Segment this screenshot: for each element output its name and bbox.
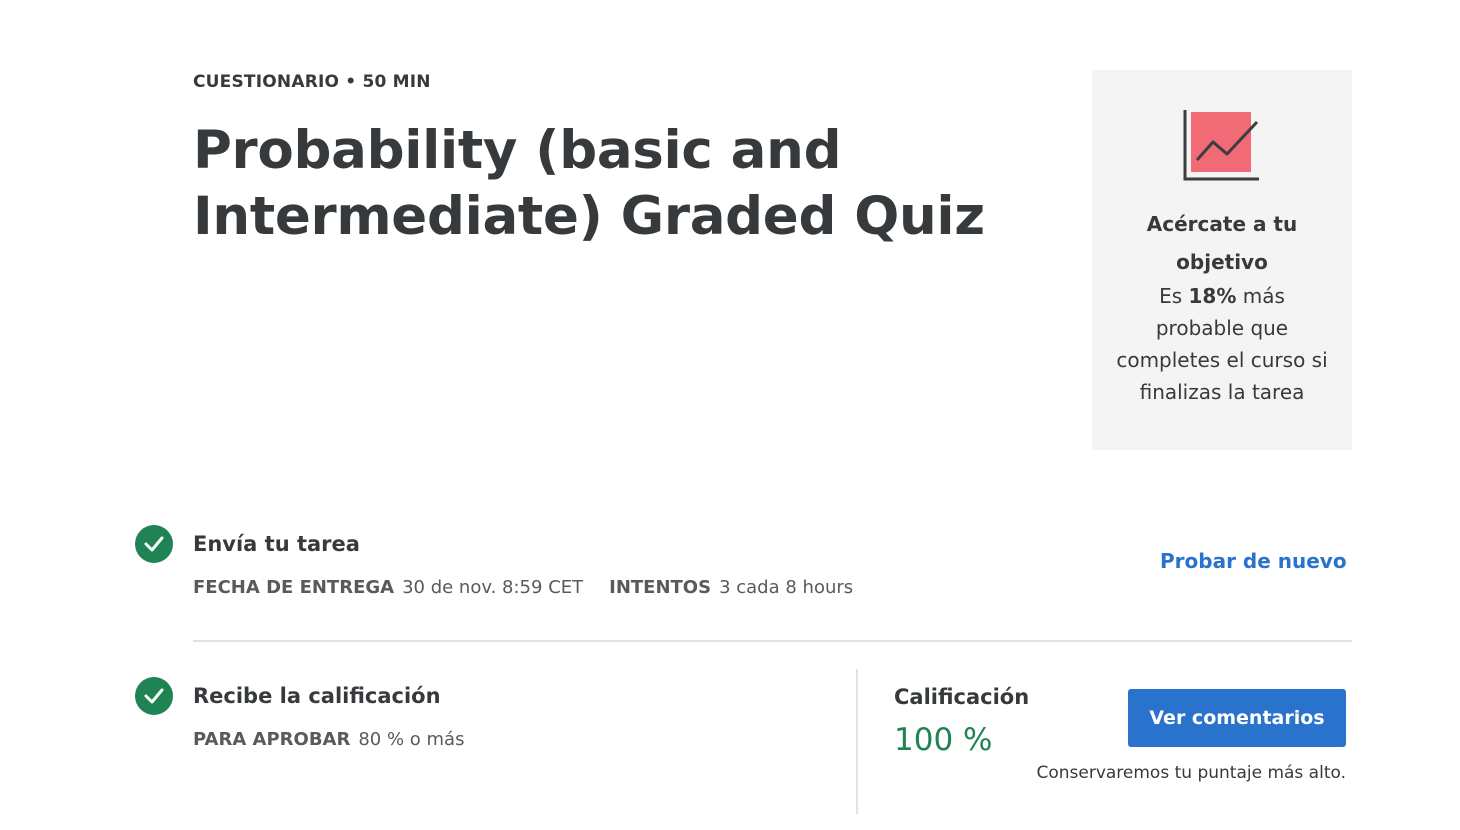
- grade-label: Calificación: [894, 685, 1030, 709]
- submit-step-meta: FECHA DE ENTREGA 30 de nov. 8:59 CET INTEN…: [193, 577, 879, 598]
- trend-chart-icon: [1183, 110, 1259, 181]
- goal-text-prefix: Es: [1159, 284, 1189, 308]
- check-circle-icon: [135, 525, 173, 563]
- view-feedback-button[interactable]: Ver comentarios: [1128, 689, 1346, 747]
- submit-step-title: Envía tu tarea: [193, 532, 360, 556]
- attempts-label: INTENTOS: [609, 577, 712, 598]
- goal-percentage: 18%: [1188, 284, 1237, 308]
- goal-card: Acércate a tu objetivo Es 18% más probab…: [1092, 70, 1352, 450]
- quiz-page: CUESTIONARIO • 50 MIN Probability (basic…: [0, 0, 1460, 830]
- step-divider: [193, 640, 1352, 642]
- retry-link[interactable]: Probar de nuevo: [1160, 549, 1347, 573]
- grade-divider: [856, 669, 858, 814]
- grade-value: 100 %: [894, 722, 993, 758]
- due-date-label: FECHA DE ENTREGA: [193, 577, 395, 598]
- grade-step-title: Recibe la calificación: [193, 684, 441, 708]
- goal-text: Es 18% más probable que completes el cur…: [1112, 280, 1332, 408]
- due-date-value: 30 de nov. 8:59 CET: [402, 577, 584, 598]
- attempts-value: 3 cada 8 hours: [719, 577, 854, 598]
- highest-score-note: Conservaremos tu puntaje más alto.: [1036, 763, 1346, 783]
- pass-label: PARA APROBAR: [193, 729, 351, 750]
- item-type-duration: CUESTIONARIO • 50 MIN: [193, 72, 431, 92]
- pass-value: 80 % o más: [358, 729, 465, 750]
- grade-step-meta: PARA APROBAR 80 % o más: [193, 729, 490, 750]
- check-circle-icon: [135, 677, 173, 715]
- page-title: Probability (basic and Intermediate) Gra…: [193, 120, 985, 247]
- goal-heading: Acércate a tu objetivo: [1146, 212, 1298, 274]
